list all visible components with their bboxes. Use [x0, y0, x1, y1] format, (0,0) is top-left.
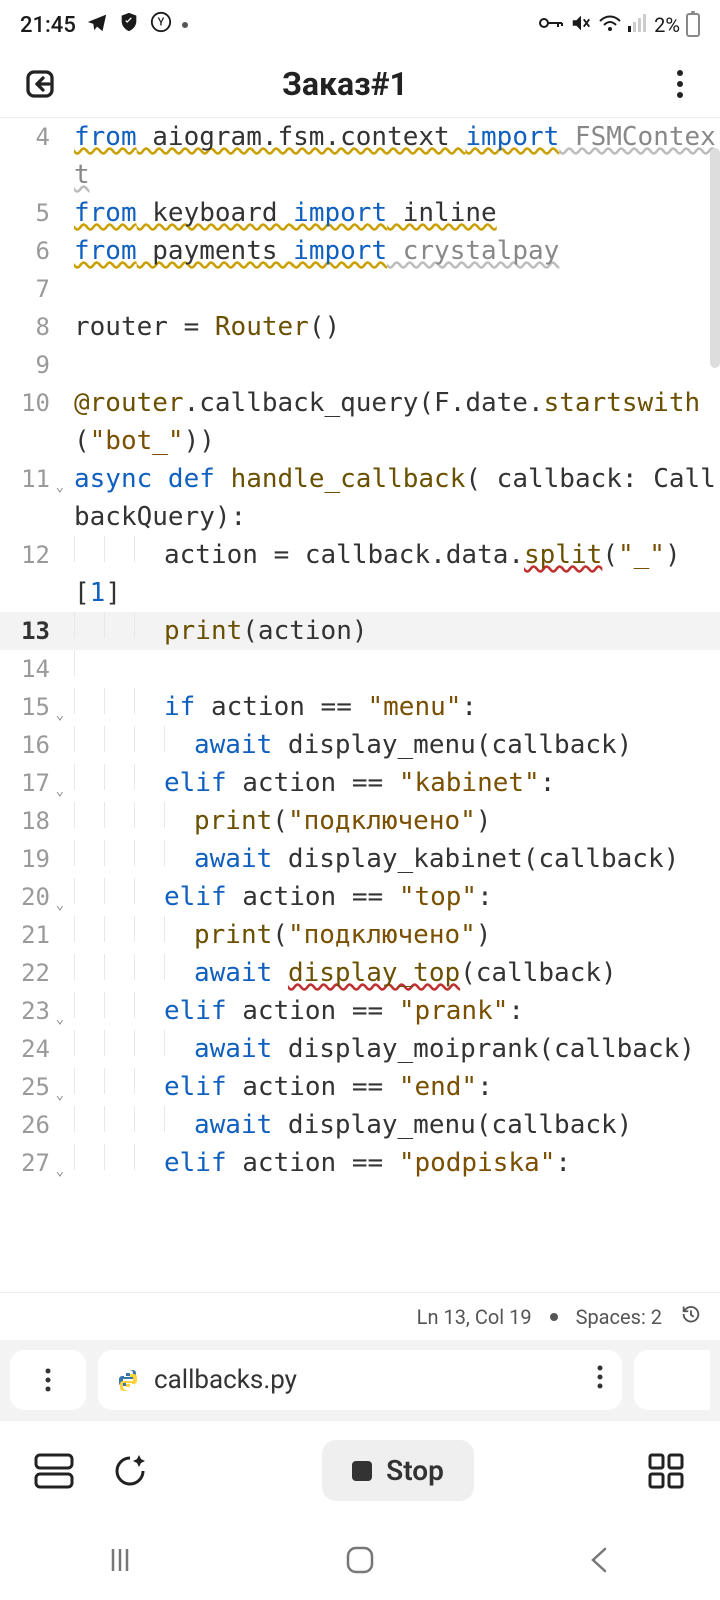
vpn-key-icon: [538, 13, 564, 37]
code-line[interactable]: [60, 270, 720, 308]
clock: 21:45: [20, 13, 76, 38]
file-tab-bar: callbacks.py: [0, 1340, 720, 1420]
recents-button[interactable]: [90, 1540, 150, 1580]
gutter: 17⌄: [0, 764, 60, 802]
history-icon[interactable]: [680, 1303, 702, 1330]
code-line[interactable]: await display_top(callback): [60, 954, 720, 992]
bottom-toolbar: Stop: [0, 1420, 720, 1520]
gutter: 15⌄: [0, 688, 60, 726]
gutter: 6: [0, 232, 60, 270]
code-line[interactable]: router = Router(): [60, 308, 720, 346]
gutter: 14: [0, 650, 60, 688]
indent-setting[interactable]: Spaces: 2: [576, 1305, 662, 1329]
wifi-icon: [598, 13, 622, 38]
gutter: 26: [0, 1106, 60, 1144]
scrollbar[interactable]: [710, 148, 720, 368]
mute-icon: [570, 12, 592, 39]
signal-icon: [628, 13, 648, 37]
gutter: 22: [0, 954, 60, 992]
gutter: 10: [0, 384, 60, 422]
tab-menu-icon[interactable]: [596, 1364, 604, 1397]
page-title: Заказ#1: [32, 65, 658, 103]
gutter: 19: [0, 840, 60, 878]
gutter: 16: [0, 726, 60, 764]
gutter: 21: [0, 916, 60, 954]
separator-dot: [550, 1313, 558, 1321]
gutter: 8: [0, 308, 60, 346]
code-line[interactable]: from payments import crystalpay: [60, 232, 720, 270]
battery-icon: [686, 13, 700, 37]
file-tab[interactable]: callbacks.py: [98, 1350, 622, 1410]
app-bar: Заказ#1: [0, 50, 720, 118]
gutter: 7: [0, 270, 60, 308]
code-line[interactable]: [60, 650, 720, 688]
gutter: 11⌄: [0, 460, 60, 498]
code-editor[interactable]: 4 from aiogram.fsm.context import FSMCon…: [0, 118, 720, 1292]
android-nav-bar: [0, 1520, 720, 1600]
code-line[interactable]: print("подключено"): [60, 802, 720, 840]
code-line[interactable]: async def handle_callback( callback: Cal…: [60, 460, 720, 536]
editor-statusline: Ln 13, Col 19 Spaces: 2: [0, 1292, 720, 1340]
telegram-icon: [86, 11, 108, 39]
gutter: 25⌄: [0, 1068, 60, 1106]
stop-button[interactable]: Stop: [322, 1440, 474, 1501]
fold-icon[interactable]: ⌄: [56, 1152, 64, 1190]
gutter: 18: [0, 802, 60, 840]
code-line[interactable]: elif action == "prank":: [60, 992, 720, 1030]
android-status-bar: 21:45 Y 2%: [0, 0, 720, 50]
battery-percentage: 2%: [654, 13, 680, 37]
code-line[interactable]: elif action == "top":: [60, 878, 720, 916]
apps-button[interactable]: [640, 1445, 692, 1497]
gutter: 9: [0, 346, 60, 384]
code-line[interactable]: elif action == "podpiska":: [60, 1144, 720, 1182]
ai-assist-button[interactable]: [104, 1445, 156, 1497]
tab-next-button[interactable]: [634, 1350, 710, 1410]
code-line[interactable]: elif action == "end":: [60, 1068, 720, 1106]
code-line[interactable]: print("подключено"): [60, 916, 720, 954]
code-line[interactable]: if action == "menu":: [60, 688, 720, 726]
shield-icon: [118, 11, 140, 39]
svg-text:Y: Y: [157, 16, 164, 29]
stop-icon: [352, 1461, 372, 1481]
code-line[interactable]: @router.callback_query(F.date.startswith…: [60, 384, 720, 460]
gutter: 27⌄: [0, 1144, 60, 1182]
gutter: 12: [0, 536, 60, 574]
panels-button[interactable]: [28, 1445, 80, 1497]
cursor-position[interactable]: Ln 13, Col 19: [417, 1305, 532, 1329]
dot-icon: [182, 22, 188, 28]
more-menu-button[interactable]: [658, 62, 702, 106]
fold-icon[interactable]: ⌄: [56, 468, 64, 506]
gutter: 5: [0, 194, 60, 232]
code-line[interactable]: await display_menu(callback): [60, 1106, 720, 1144]
code-line[interactable]: elif action == "kabinet":: [60, 764, 720, 802]
back-nav-button[interactable]: [570, 1540, 630, 1580]
code-line[interactable]: action = callback.data.split("_")[1]: [60, 536, 720, 612]
code-line[interactable]: await display_menu(callback): [60, 726, 720, 764]
code-line[interactable]: await display_kabinet(callback): [60, 840, 720, 878]
stop-label: Stop: [386, 1454, 444, 1487]
python-icon: [116, 1368, 140, 1392]
file-tab-label: callbacks.py: [154, 1365, 297, 1395]
code-line[interactable]: [60, 346, 720, 384]
code-line[interactable]: from keyboard import inline: [60, 194, 720, 232]
home-button[interactable]: [330, 1540, 390, 1580]
gutter: 4: [0, 118, 60, 156]
code-line[interactable]: await display_moiprank(callback): [60, 1030, 720, 1068]
gutter: 23⌄: [0, 992, 60, 1030]
gutter: 20⌄: [0, 878, 60, 916]
code-line[interactable]: from aiogram.fsm.context import FSMConte…: [60, 118, 720, 194]
tab-prev-button[interactable]: [10, 1350, 86, 1410]
y-icon: Y: [150, 11, 172, 39]
gutter: 24: [0, 1030, 60, 1068]
code-line[interactable]: print(action): [60, 612, 720, 650]
gutter: 13: [0, 612, 60, 650]
